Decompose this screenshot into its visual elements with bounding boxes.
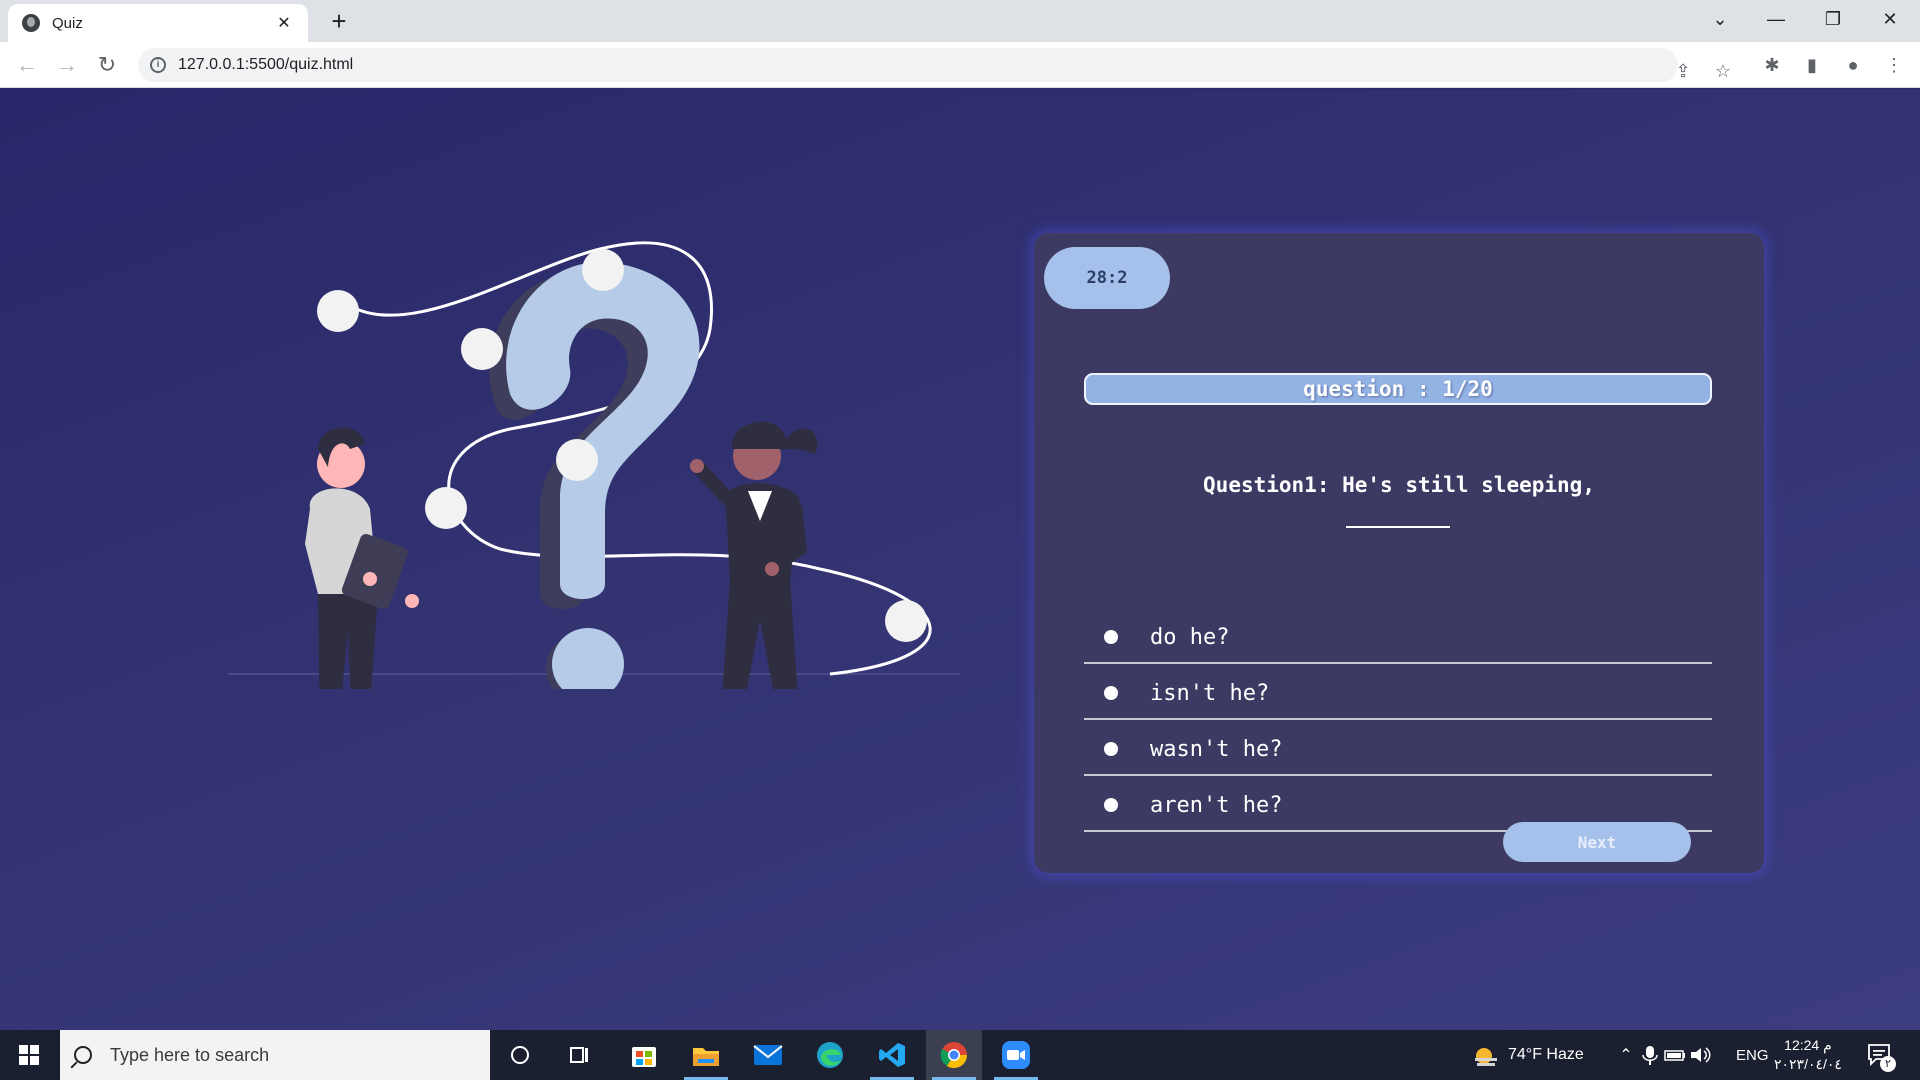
ball [582, 249, 624, 291]
ball [885, 600, 927, 642]
info-icon[interactable]: i [150, 57, 166, 73]
clock-date: ٢٠٢٣/٠٤/٠٤ [1774, 1056, 1842, 1072]
radio-button[interactable] [1104, 630, 1118, 644]
mail-icon [753, 1045, 783, 1065]
windows-icon [19, 1045, 39, 1065]
tab-search-button[interactable]: ⌄ [1700, 6, 1740, 32]
zoom-icon [1002, 1041, 1030, 1069]
question-mark [506, 261, 700, 599]
forward-button[interactable]: → [52, 50, 82, 80]
speaker-icon[interactable] [1688, 1044, 1714, 1066]
timer-badge: 28:2 [1044, 247, 1170, 309]
notification-center[interactable]: ٢ [1866, 1030, 1896, 1080]
menu-icon[interactable]: ⋮ [1879, 50, 1909, 80]
battery-icon[interactable] [1662, 1044, 1688, 1066]
answer-label: wasn't he? [1150, 736, 1283, 762]
reload-button[interactable]: ↻ [92, 50, 122, 80]
radio-button[interactable] [1104, 798, 1118, 812]
store-app[interactable] [616, 1030, 672, 1080]
tab-close-icon[interactable]: ✕ [274, 13, 294, 33]
file-explorer-app[interactable] [678, 1030, 734, 1080]
vscode-app[interactable] [864, 1030, 920, 1080]
star-icon[interactable]: ☆ [1708, 56, 1738, 86]
vscode-icon [879, 1043, 905, 1067]
store-icon [632, 1047, 656, 1067]
mail-app[interactable] [740, 1030, 796, 1080]
question-dot [552, 628, 624, 689]
tray-icons: ⌃ [1614, 1030, 1714, 1080]
microphone-icon[interactable] [1638, 1044, 1662, 1066]
cortana-icon [511, 1046, 529, 1064]
search-icon [74, 1046, 92, 1064]
language-indicator[interactable]: ENG [1736, 1030, 1769, 1080]
question-illustration [228, 241, 960, 689]
ball [461, 328, 503, 370]
ball [425, 487, 467, 529]
back-button[interactable]: ← [12, 50, 42, 80]
radio-button[interactable] [1104, 686, 1118, 700]
answer-option[interactable]: do he? [1084, 612, 1712, 664]
file-explorer-icon [693, 1048, 719, 1066]
taskbar: Type here to search 74°F Haze ⌃ ENG 12:2… [0, 1030, 1920, 1080]
address-bar[interactable]: i 127.0.0.1:5500/quiz.html ⇪ ☆ [138, 48, 1731, 82]
side-panel-icon[interactable]: ▮ [1797, 50, 1827, 80]
cortana-button[interactable] [492, 1030, 548, 1080]
globe-icon [22, 14, 40, 32]
ball [317, 290, 359, 332]
answer-label: isn't he? [1150, 680, 1270, 706]
answer-option[interactable]: wasn't he? [1084, 724, 1712, 776]
ball [556, 439, 598, 481]
quiz-card: 28:2 question : 1/20 Question1: He's sti… [1034, 233, 1764, 873]
chrome-icon [940, 1042, 968, 1069]
next-button[interactable]: Next [1503, 822, 1691, 862]
profile-icon[interactable]: ● [1838, 50, 1868, 80]
weather-widget[interactable]: 74°F Haze [1472, 1030, 1584, 1080]
weather-text: 74°F Haze [1508, 1046, 1584, 1063]
edge-app[interactable] [802, 1030, 858, 1080]
task-view-icon [570, 1047, 588, 1063]
tab-quiz[interactable]: Quiz ✕ [8, 4, 308, 42]
chevron-up-icon[interactable]: ⌃ [1614, 1045, 1638, 1065]
task-view-button[interactable] [552, 1030, 608, 1080]
minimize-button[interactable]: — [1756, 6, 1796, 32]
search-placeholder: Type here to search [110, 1044, 270, 1065]
share-icon[interactable]: ⇪ [1668, 56, 1698, 86]
zoom-app[interactable] [988, 1030, 1044, 1080]
puzzle-icon[interactable]: ✱ [1757, 50, 1787, 80]
page-content: 28:2 question : 1/20 Question1: He's sti… [0, 89, 1920, 1030]
tab-bar: Quiz ✕ + ⌄ — ❐ ✕ [0, 0, 1920, 42]
url-text: 127.0.0.1:5500/quiz.html [178, 56, 354, 73]
radio-button[interactable] [1104, 742, 1118, 756]
close-window-button[interactable]: ✕ [1870, 6, 1910, 32]
weather-icon [1475, 1048, 1497, 1066]
chrome-app[interactable] [926, 1030, 982, 1080]
taskbar-search[interactable]: Type here to search [60, 1030, 490, 1080]
notification-badge: ٢ [1880, 1056, 1896, 1072]
start-button[interactable] [0, 1030, 58, 1080]
clock-time: 12:24 م [1784, 1037, 1832, 1053]
clock[interactable]: 12:24 م ٢٠٢٣/٠٤/٠٤ [1774, 1030, 1842, 1080]
question-text: Question1: He's still sleeping, [1203, 473, 1595, 497]
answer-label: aren't he? [1150, 792, 1283, 818]
answer-option[interactable]: isn't he? [1084, 668, 1712, 720]
answer-blank [1346, 526, 1450, 528]
restore-button[interactable]: ❐ [1813, 6, 1853, 32]
new-tab-button[interactable]: + [324, 6, 354, 36]
answer-label: do he? [1150, 624, 1230, 650]
tab-title: Quiz [52, 14, 83, 32]
question-progress: question : 1/20 [1084, 373, 1712, 405]
person-left [305, 427, 419, 689]
browser-toolbar: ← → ↻ i 127.0.0.1:5500/quiz.html ⇪ ☆ ✱ ▮… [0, 42, 1920, 88]
edge-icon [817, 1042, 843, 1068]
